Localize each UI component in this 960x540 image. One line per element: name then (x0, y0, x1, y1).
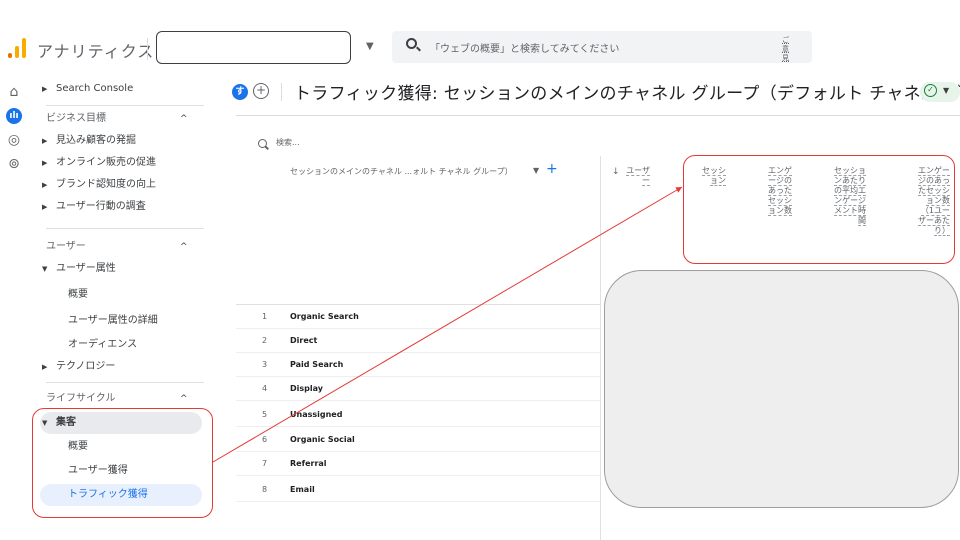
sidebar-subitem[interactable]: オーディエンス (32, 334, 204, 356)
sidebar-item-goal[interactable]: ▶ ユーザー行動の調査 (32, 196, 204, 218)
caret-right-icon: ▶ (42, 363, 48, 371)
divider (281, 83, 282, 101)
section-lifecycle[interactable]: ライフサイクル ^ (32, 388, 204, 410)
explore-icon[interactable]: ◎ (6, 132, 22, 148)
table-search-input[interactable]: 検索... (276, 137, 300, 148)
caret-right-icon: ▶ (42, 137, 48, 145)
caret-right-icon: ▶ (42, 203, 48, 211)
app-window: アナリティクス ▼ 「ウェブの概要」と検索してみてください ご意見 ⌂ ılı … (0, 0, 960, 540)
search-icon (258, 139, 267, 148)
home-icon[interactable]: ⌂ (6, 84, 22, 100)
sidebar-item-technology[interactable]: ▶ テクノロジー (32, 356, 204, 378)
chevron-down-icon[interactable]: ▼ (366, 41, 374, 52)
divider (46, 105, 204, 106)
sidebar-subitem[interactable]: ユーザー属性の詳細 (32, 310, 204, 332)
report-header: す + トラフィック獲得: セッションのメインのチャネル グループ（デフォルト … (226, 78, 960, 106)
caret-right-icon: ▶ (42, 159, 48, 167)
chevron-down-icon[interactable]: ▼ (533, 166, 539, 175)
table-row[interactable]: 4 Display (236, 377, 600, 401)
caret-down-icon: ▼ (42, 265, 48, 273)
table-row[interactable]: 8 Email (236, 478, 600, 502)
table-row[interactable]: 3 Paid Search (236, 353, 600, 377)
page-title: トラフィック獲得: セッションのメインのチャネル グループ（デフォルト チャネル… (294, 84, 960, 104)
table-row[interactable]: 6 Organic Social (236, 428, 600, 452)
report-badge[interactable]: す (232, 84, 248, 100)
table-row[interactable]: 2 Direct (236, 329, 600, 353)
caret-right-icon: ▶ (42, 85, 48, 93)
arrow-down-icon[interactable]: ↓ (612, 167, 620, 177)
add-comparison-icon[interactable]: + (253, 83, 269, 99)
add-dimension-icon[interactable]: + (546, 161, 558, 177)
nav-rail: ⌂ ılı ◎ ⊚ (0, 78, 30, 540)
account-selector[interactable] (156, 31, 351, 64)
divider (147, 38, 148, 60)
search-side-link[interactable]: ご意見 (782, 36, 792, 63)
annotation-box-sidebar (32, 408, 213, 518)
section-business-goals[interactable]: ビジネス目標 ^ (32, 108, 204, 130)
divider (600, 156, 601, 540)
annotation-box-metrics (683, 155, 955, 264)
search-bar[interactable]: 「ウェブの概要」と検索してみてください ご意見 (392, 31, 812, 63)
metric-header-users[interactable]: ユーザ ー (620, 166, 650, 186)
sidebar-subitem[interactable]: 概要 (32, 284, 204, 306)
section-user[interactable]: ユーザー ^ (32, 236, 204, 258)
reports-icon[interactable]: ılı (6, 108, 22, 124)
chevron-up-icon: ^ (180, 114, 188, 124)
chevron-up-icon: ^ (180, 242, 188, 252)
sidebar-item-goal[interactable]: ▶ オンライン販売の促進 (32, 152, 204, 174)
dimension-header[interactable]: セッションのメインのチャネル ...ォルト チャネル グループ） (290, 166, 513, 177)
advertising-icon[interactable]: ⊚ (6, 156, 22, 172)
app-title: アナリティクス (37, 42, 155, 61)
caret-right-icon: ▶ (42, 181, 48, 189)
sidebar-item-search-console[interactable]: ▶ Search Console (32, 78, 204, 100)
analytics-logo-icon[interactable] (8, 36, 28, 58)
chevron-up-icon: ^ (180, 394, 188, 404)
status-badge[interactable]: ✓ ▼ (920, 82, 960, 102)
check-circle-icon: ✓ (924, 84, 937, 97)
table-row[interactable]: 7 Referral (236, 452, 600, 476)
divider (46, 382, 204, 383)
redaction-shape (604, 270, 959, 508)
table-row[interactable]: 1 Organic Search (236, 305, 600, 329)
sidebar-item-goal[interactable]: ▶ 見込み顧客の発掘 (32, 130, 204, 152)
search-input[interactable]: 「ウェブの概要」と検索してみてください (430, 40, 619, 55)
top-bar: アナリティクス ▼ 「ウェブの概要」と検索してみてください ご意見 (0, 0, 960, 72)
search-icon (406, 38, 417, 49)
chevron-down-icon: ▼ (943, 86, 950, 95)
sidebar-item-goal[interactable]: ▶ ブランド認知度の向上 (32, 174, 204, 196)
divider (46, 228, 204, 229)
sidebar-item-user-attributes[interactable]: ▼ ユーザー属性 (32, 258, 204, 280)
table-row[interactable]: 5 Unassigned (236, 403, 600, 427)
